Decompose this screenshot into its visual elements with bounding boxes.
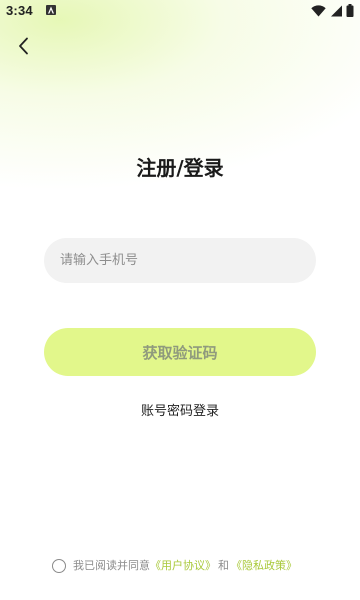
privacy-policy-link[interactable]: 《隐私政策》 bbox=[231, 557, 297, 575]
wifi-icon bbox=[311, 2, 326, 21]
get-code-button[interactable]: 获取验证码 bbox=[44, 328, 316, 376]
user-agreement-link[interactable]: 《用户协议》 bbox=[150, 557, 216, 575]
agreement-and: 和 bbox=[218, 559, 229, 572]
background-gradient bbox=[0, 0, 360, 600]
phone-input[interactable] bbox=[60, 238, 300, 283]
signal-icon bbox=[330, 2, 342, 21]
back-button[interactable] bbox=[12, 34, 36, 58]
status-time: 3:34 bbox=[6, 3, 33, 18]
status-bar: 3:34 bbox=[0, 0, 360, 24]
agreement-prefix: 我已阅读并同意 bbox=[73, 559, 150, 572]
battery-icon bbox=[346, 2, 354, 21]
page-title: 注册/登录 bbox=[136, 156, 224, 180]
status-icons bbox=[311, 2, 354, 21]
agreement-checkbox[interactable] bbox=[52, 559, 66, 573]
password-login-link[interactable]: 账号密码登录 bbox=[0, 402, 360, 422]
app-notification-icon bbox=[46, 5, 56, 15]
back-arrow-icon bbox=[19, 37, 28, 55]
agreement-row: 我已阅读并同意 《用户协议》 和 《隐私政策》 bbox=[52, 557, 297, 575]
phone-input-container bbox=[44, 238, 316, 283]
